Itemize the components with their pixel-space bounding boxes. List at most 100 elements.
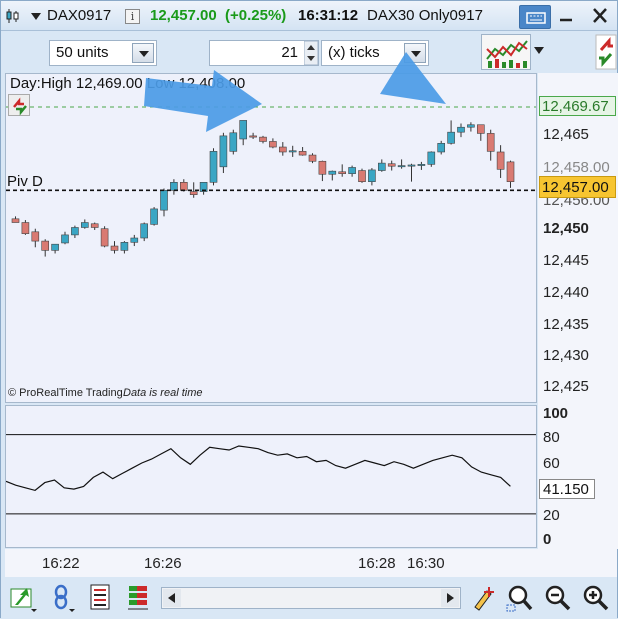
scroll-right-icon[interactable] (441, 589, 459, 607)
horizontal-scrollbar[interactable] (161, 587, 461, 609)
units-select[interactable]: 50 units (49, 40, 157, 66)
indicators-button[interactable] (481, 34, 531, 70)
candle-up (328, 170, 337, 175)
candle-up (467, 124, 475, 128)
high-price-tag: 12,469.67 (539, 96, 616, 116)
indicators-icon (486, 40, 528, 68)
scroll-left-icon[interactable] (163, 589, 181, 607)
candle-down (189, 191, 198, 195)
candle-up (170, 182, 178, 191)
candle-up (130, 237, 139, 243)
indicator-tick: 80 (543, 429, 560, 446)
candle-up (368, 169, 376, 182)
zoom-out-icon[interactable] (543, 583, 573, 613)
y-axis[interactable]: 12,465 12,458.00 12,456.00 12,450 12,445… (538, 73, 618, 549)
candle-down (358, 170, 366, 182)
chart-window: DAX0917 i 12,457.00 (+0.25%) 16:31:12 DA… (0, 0, 618, 619)
x-axis[interactable]: 16:22 16:26 16:28 16:30 (5, 549, 617, 577)
candle-down (278, 146, 287, 153)
price-chart[interactable]: Day:High 12,469.00 Low 12,408.00 Piv D ©… (5, 52, 537, 403)
candle-up (457, 126, 465, 133)
trade-arrow-icon[interactable] (9, 583, 39, 613)
units-dropdown-icon[interactable] (132, 43, 154, 63)
price-tick: 12,435 (543, 316, 589, 333)
price-change: (+0.25%) (225, 7, 287, 24)
close-button[interactable] (589, 6, 611, 26)
candle-up (427, 151, 436, 165)
candle-up (348, 167, 356, 174)
order-book-icon[interactable] (125, 583, 155, 613)
pivot-label: Piv D (7, 173, 43, 190)
candle-up (150, 208, 158, 225)
candle-down (41, 240, 50, 251)
bottom-toolbar (1, 579, 617, 619)
arrow-annotation-left (144, 70, 262, 132)
refresh-button[interactable] (8, 94, 30, 116)
arrow-annotation-right (380, 52, 446, 104)
info-icon[interactable]: i (125, 9, 140, 24)
candle-down (298, 151, 307, 156)
indicator-tick: 0 (543, 531, 552, 548)
price-tick: 12,445 (543, 252, 589, 269)
time-tick: 16:30 (407, 555, 445, 572)
last-price: 12,457.00 (150, 7, 217, 24)
candle-up (288, 150, 297, 153)
zoom-in-icon[interactable] (581, 583, 611, 613)
time-tick: 16:28 (358, 555, 396, 572)
candle-down (110, 245, 119, 251)
candle-down (180, 182, 188, 191)
price-tick: 12,425 (543, 378, 589, 395)
candle-down (486, 133, 495, 152)
candle-down (338, 171, 347, 174)
candle-up (397, 165, 406, 168)
ticks-spinner-icon[interactable] (304, 41, 318, 65)
ticks-value-input[interactable]: 21 (209, 40, 319, 66)
keyboard-icon (526, 12, 546, 24)
candle-up (81, 222, 89, 228)
refresh-icon (13, 97, 27, 116)
candle-up (377, 162, 386, 171)
indicators-dropdown-icon[interactable] (533, 46, 545, 56)
candle-down (31, 231, 40, 242)
candle-down (21, 222, 30, 234)
candle-up (61, 234, 69, 244)
indicator-tick: 20 (543, 507, 560, 524)
draw-tools-icon[interactable] (469, 583, 499, 613)
candle-up (209, 151, 218, 183)
indicator-svg (6, 434, 536, 515)
candle-up (437, 143, 446, 153)
indicator-panel[interactable] (5, 405, 537, 548)
time-tick: 16:22 (42, 555, 80, 572)
candle-down (476, 124, 485, 134)
ticks-mode-value: (x) ticks (328, 44, 380, 61)
zoom-select-icon[interactable] (505, 583, 535, 613)
price-tick: 12,465 (543, 126, 589, 143)
link-chain-icon[interactable] (49, 583, 79, 613)
price-tick-bold: 12,450 (543, 220, 589, 237)
time-tick: 16:26 (144, 555, 182, 572)
candle-down (387, 163, 396, 167)
indicator-tick: 100 (543, 405, 569, 422)
candle-down (11, 218, 20, 223)
instrument-description: DAX30 Only0917 (367, 7, 483, 24)
candle-down (100, 228, 109, 247)
candle-down (308, 154, 317, 162)
candlestick-icon[interactable] (5, 8, 21, 24)
instrument-code[interactable]: DAX0917 (47, 7, 111, 24)
candle-up (71, 227, 79, 236)
chart-toolbar: 50 units 21 (x) ticks (1, 32, 617, 72)
candle-up (51, 243, 59, 251)
candle-up (120, 242, 129, 251)
report-icon[interactable] (87, 583, 117, 613)
candle-down (318, 160, 327, 175)
candle-up (160, 190, 168, 211)
minimize-icon (560, 18, 572, 22)
keyboard-button[interactable] (519, 5, 551, 29)
candle-down (90, 223, 99, 228)
ticks-value: 21 (281, 44, 298, 61)
minimize-button[interactable] (557, 6, 575, 26)
instrument-dropdown-icon[interactable] (31, 13, 41, 21)
price-tick: 12,430 (543, 347, 589, 364)
clock-time: 16:31:12 (298, 7, 359, 24)
sync-arrows-icon[interactable] (595, 34, 617, 70)
